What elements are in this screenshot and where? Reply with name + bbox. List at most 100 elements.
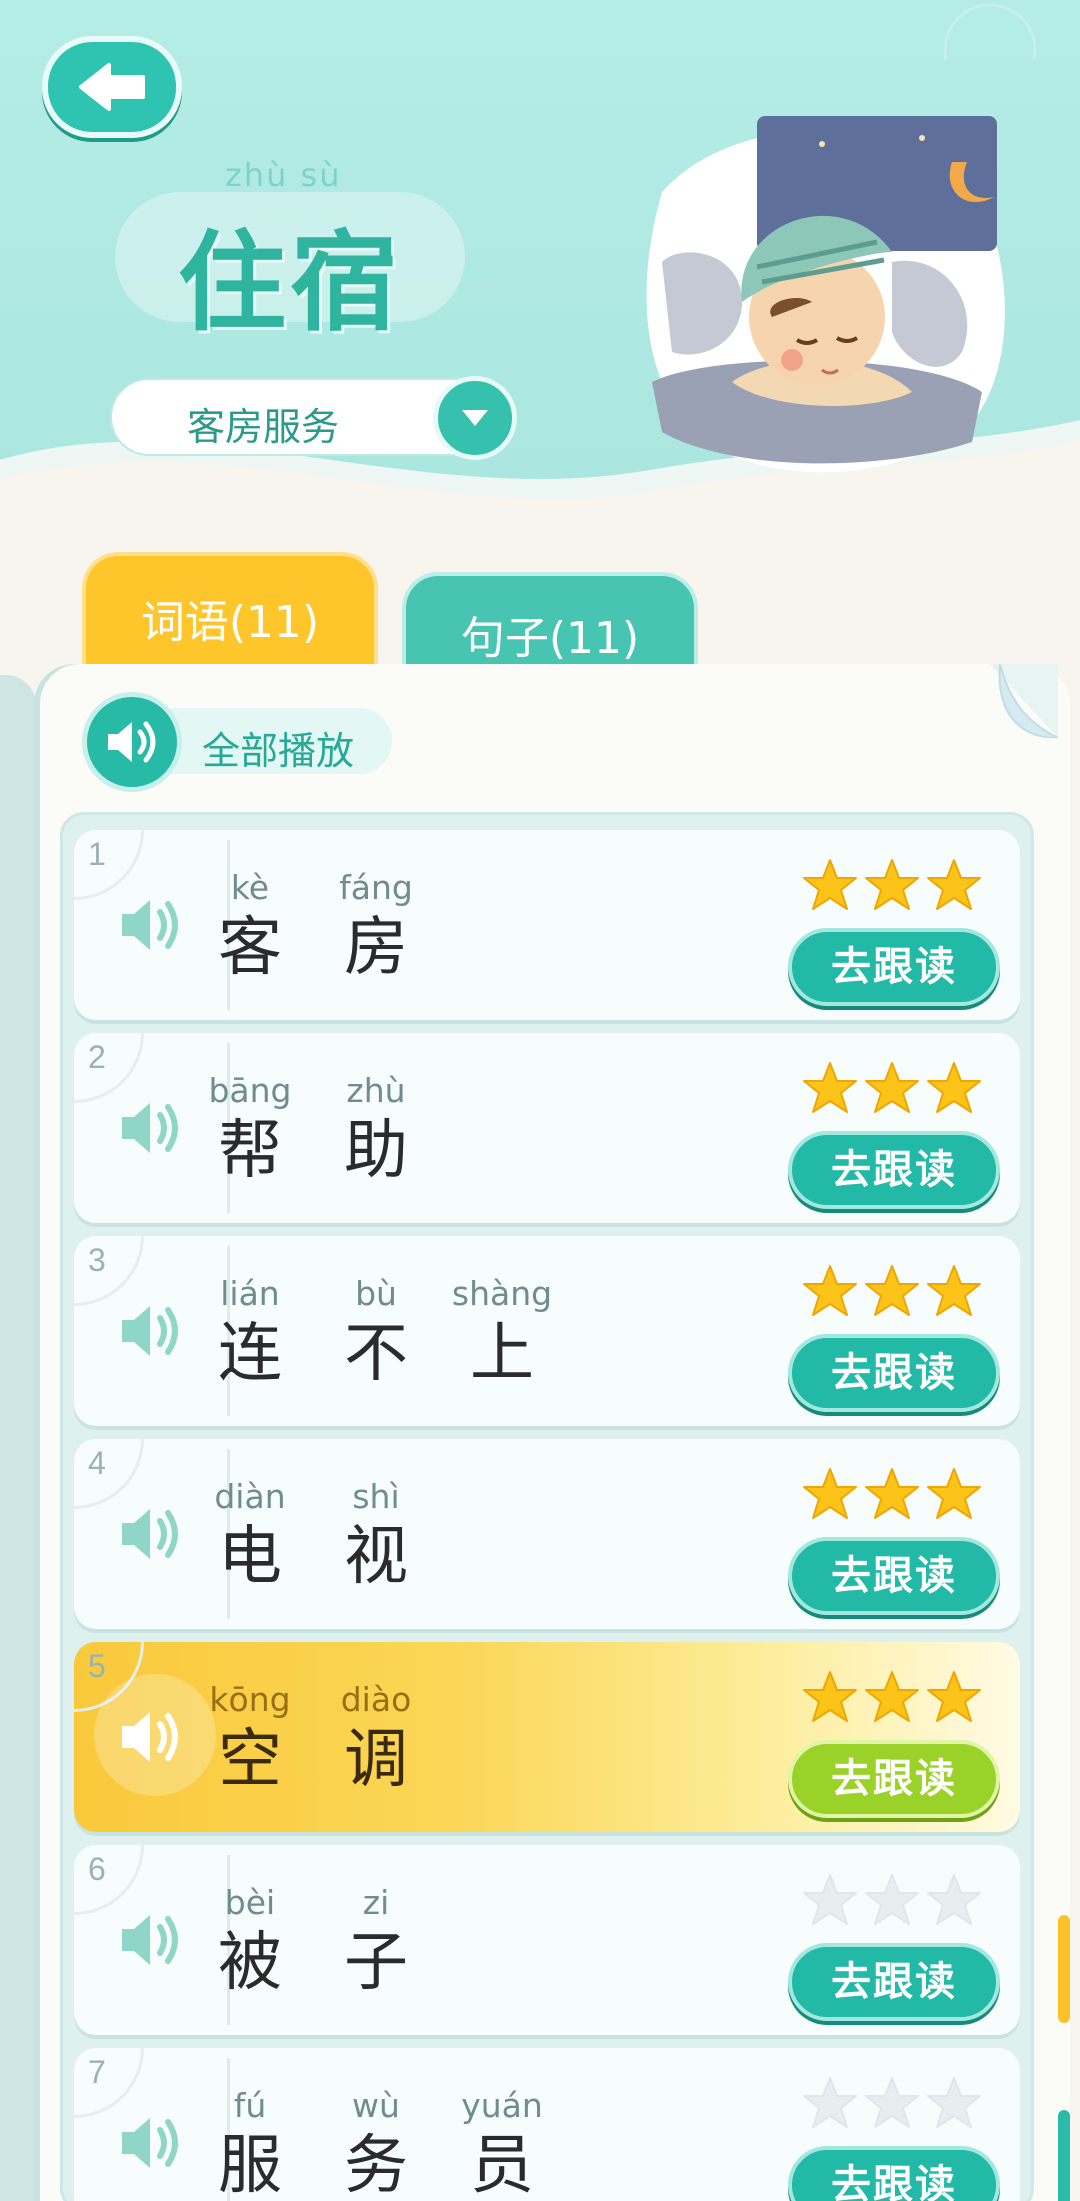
- speaker-icon[interactable]: [116, 1093, 186, 1163]
- chevron-down-icon[interactable]: [433, 376, 517, 460]
- category-dropdown[interactable]: 客房服务: [110, 376, 517, 460]
- syllable-hanzi: 务: [344, 2129, 408, 2201]
- syllable-hanzi: 服: [218, 2129, 282, 2201]
- syllable-hanzi: 空: [218, 1723, 282, 1797]
- star-icon: [927, 1265, 981, 1316]
- syllable: fáng 房: [311, 866, 441, 986]
- star-icon: [803, 1468, 857, 1519]
- syllable-hanzi: 客: [218, 911, 282, 985]
- syllable-hanzi: 子: [344, 1926, 408, 2000]
- follow-read-button[interactable]: 去跟读: [788, 2146, 1000, 2201]
- word-row[interactable]: 7 fú 服 wù 务 yuán 员 去跟读: [74, 2048, 1020, 2201]
- star-icon: [927, 859, 981, 910]
- syllable: diàn 电: [185, 1475, 315, 1595]
- word-row[interactable]: 4 diàn 电 shì 视 去跟读: [74, 1439, 1020, 1629]
- syllable-pinyin: bèi: [224, 1883, 276, 1922]
- syllable-pinyin: diàn: [214, 1477, 286, 1516]
- syllable-pinyin: shàng: [451, 1274, 553, 1313]
- word-row[interactable]: 5 kōng 空 diào 调 去跟读: [74, 1642, 1020, 1832]
- follow-read-button[interactable]: 去跟读: [788, 1537, 1000, 1615]
- syllable-pinyin: fáng: [339, 868, 413, 907]
- syllable-pinyin: bāng: [208, 1071, 292, 1110]
- star-icon: [865, 1874, 919, 1925]
- syllable-hanzi: 员: [470, 2129, 534, 2201]
- syllable: wù 务: [311, 2084, 441, 2201]
- star-icon: [865, 1265, 919, 1316]
- speaker-icon[interactable]: [116, 1702, 186, 1772]
- syllable-pinyin: fú: [233, 2086, 267, 2125]
- syllable-hanzi: 连: [218, 1317, 282, 1391]
- tab-words[interactable]: 词语(11): [82, 552, 378, 672]
- syllable-pinyin: zhù: [346, 1071, 406, 1110]
- speaker-icon[interactable]: [116, 1499, 186, 1569]
- syllable: zhù 助: [311, 1069, 441, 1189]
- star-icon: [803, 1265, 857, 1316]
- row-number: 4: [88, 1445, 106, 1481]
- follow-read-button[interactable]: 去跟读: [788, 1131, 1000, 1209]
- follow-read-button[interactable]: 去跟读: [788, 1943, 1000, 2021]
- category-selected-label: 客房服务: [187, 405, 340, 449]
- row-number: 7: [88, 2054, 106, 2090]
- syllable: bāng 帮: [185, 1069, 315, 1189]
- star-rating: [803, 1062, 981, 1113]
- word-row[interactable]: 2 bāng 帮 zhù 助 去跟读: [74, 1033, 1020, 1223]
- scrollbar-indicator: [1058, 2110, 1070, 2201]
- syllable-hanzi: 视: [344, 1520, 408, 1594]
- play-all-label: 全部播放: [202, 729, 355, 773]
- back-button[interactable]: [42, 36, 182, 138]
- syllable-pinyin: wù: [352, 2086, 400, 2125]
- star-rating: [803, 859, 981, 910]
- word-row[interactable]: 3 lián 连 bù 不 shàng 上 去跟读: [74, 1236, 1020, 1426]
- star-icon: [927, 2077, 981, 2128]
- sleeping-child-illustration: [646, 116, 1005, 473]
- star-icon: [865, 1062, 919, 1113]
- syllable-pinyin: shì: [352, 1477, 400, 1516]
- panel-left-edge: [0, 675, 36, 2201]
- syllable-hanzi: 调: [344, 1723, 408, 1797]
- syllable: fú 服: [185, 2084, 315, 2201]
- star-icon: [865, 859, 919, 910]
- syllable: diào 调: [311, 1678, 441, 1798]
- speaker-icon[interactable]: [116, 890, 186, 960]
- star-icon: [865, 2077, 919, 2128]
- syllable-pinyin: diào: [340, 1680, 412, 1719]
- arrow-left-icon: [79, 63, 145, 111]
- syllable-hanzi: 上: [470, 1317, 534, 1391]
- star-icon: [803, 859, 857, 910]
- syllable: shì 视: [311, 1475, 441, 1595]
- row-number: 3: [88, 1242, 106, 1278]
- speaker-icon[interactable]: [116, 1296, 186, 1366]
- star-icon: [865, 1671, 919, 1722]
- star-icon: [927, 1062, 981, 1113]
- syllable: shàng 上: [437, 1272, 567, 1392]
- row-number: 5: [88, 1648, 106, 1684]
- syllable-hanzi: 被: [218, 1926, 282, 2000]
- syllable: kōng 空: [185, 1678, 315, 1798]
- star-icon: [865, 1468, 919, 1519]
- star-icon: [803, 1671, 857, 1722]
- star-icon: [927, 1874, 981, 1925]
- speaker-icon[interactable]: [116, 2108, 186, 2178]
- syllable-hanzi: 电: [218, 1520, 282, 1594]
- follow-read-button[interactable]: 去跟读: [788, 1334, 1000, 1412]
- scrollbar-thumb[interactable]: [1058, 1915, 1070, 2023]
- star-rating: [803, 1468, 981, 1519]
- speaker-icon[interactable]: [116, 1905, 186, 1975]
- title-pinyin: zhù sù: [225, 156, 342, 194]
- word-row[interactable]: 1 kè 客 fáng 房 去跟读: [74, 830, 1020, 1020]
- follow-read-button[interactable]: 去跟读: [788, 928, 1000, 1006]
- star-icon: [803, 1874, 857, 1925]
- play-all-button[interactable]: 全部播放: [82, 692, 392, 792]
- tab-sentences[interactable]: 句子(11): [402, 572, 698, 672]
- syllable: bèi 被: [185, 1881, 315, 2001]
- syllable-hanzi: 房: [344, 911, 408, 985]
- follow-read-button[interactable]: 去跟读: [788, 1740, 1000, 1818]
- word-row[interactable]: 6 bèi 被 zi 子 去跟读: [74, 1845, 1020, 2035]
- syllable-hanzi: 帮: [218, 1114, 282, 1188]
- syllable-pinyin: yuán: [461, 2086, 543, 2125]
- star-rating: [803, 1671, 981, 1722]
- syllable-pinyin: bù: [355, 1274, 397, 1313]
- star-icon: [927, 1671, 981, 1722]
- row-number: 2: [88, 1039, 106, 1075]
- syllable-pinyin: kōng: [209, 1680, 291, 1719]
